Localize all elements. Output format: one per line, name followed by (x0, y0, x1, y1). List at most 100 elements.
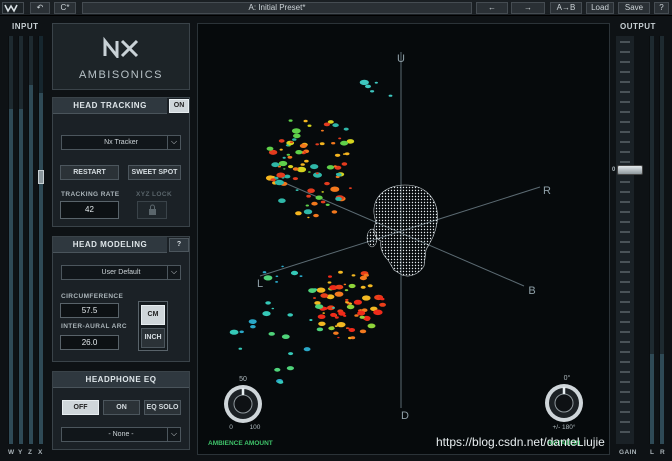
sound-particle (335, 196, 342, 201)
sound-particle (315, 195, 323, 200)
tracker-select[interactable]: Nx Tracker ⌵ (61, 135, 181, 150)
sound-particle (278, 160, 288, 167)
sound-particle (299, 275, 303, 277)
axis-label-b: B (528, 285, 535, 297)
head-modeling-help-button[interactable]: ? (169, 238, 189, 252)
load-button[interactable]: Load (586, 2, 614, 14)
input-channel-x: X (38, 449, 43, 456)
sound-particle (326, 165, 335, 170)
sound-particle (288, 119, 293, 122)
sound-particle (334, 153, 341, 157)
sound-particle (308, 171, 311, 173)
sound-particle (287, 313, 293, 317)
sound-particle (359, 79, 369, 86)
input-gain-handle[interactable] (38, 170, 44, 184)
restart-button[interactable]: RESTART (60, 165, 119, 180)
sound-particle (304, 159, 309, 163)
head-model-select[interactable]: User Default ⌵ (61, 265, 181, 280)
lock-icon (149, 204, 156, 215)
soundfield-canvas: U D R L B 50 0 100 AMBIENCE AMOUNT 0° +/… (208, 52, 583, 447)
unit-cm-button[interactable]: CM (141, 305, 165, 325)
sound-particle (344, 152, 350, 156)
eq-solo-button[interactable]: EQ SOLO (144, 400, 181, 415)
eq-on-button[interactable]: ON (103, 400, 140, 415)
output-zero-label: 0 (612, 167, 616, 173)
sound-particle (351, 274, 356, 277)
sound-particle (345, 301, 349, 304)
sound-particle (274, 367, 281, 372)
prev-preset-button[interactable]: ← (476, 2, 508, 14)
sound-particle (331, 210, 338, 214)
output-gain-fader[interactable] (617, 165, 643, 175)
input-meter-x[interactable] (38, 36, 43, 444)
rotation-knob[interactable] (545, 384, 583, 422)
input-meter-w-fill (9, 109, 13, 444)
sound-particle (276, 172, 286, 178)
undo-button[interactable]: ↶ (30, 2, 50, 14)
sound-particle (315, 172, 319, 175)
chevron-down-icon: ⌵ (167, 266, 180, 279)
sound-particle (323, 122, 330, 127)
output-meter-r (659, 36, 664, 444)
xyz-lock-button[interactable] (137, 201, 167, 219)
sound-particle (380, 297, 385, 301)
sound-particle (309, 319, 313, 321)
input-channel-z: Z (28, 449, 33, 456)
soundfield-view[interactable]: U D R L B 50 0 100 AMBIENCE AMOUNT 0° +/… (197, 23, 610, 455)
sound-particle (305, 204, 309, 207)
sound-particle (357, 310, 366, 316)
sound-particle (337, 336, 340, 339)
sound-particle (295, 189, 299, 192)
unit-inch-button[interactable]: INCH (141, 328, 165, 348)
sweet-spot-button[interactable]: SWEET SPOT (128, 165, 181, 180)
circumference-field[interactable]: 57.5 (60, 303, 119, 318)
sound-particle (262, 271, 267, 274)
ab-compare-button[interactable]: A→B (550, 2, 582, 14)
sound-particle (322, 312, 325, 314)
sound-particle (388, 94, 393, 97)
preset-name-field[interactable]: A: Initial Preset* (82, 2, 472, 14)
sound-particles (229, 79, 393, 384)
sound-particle (268, 332, 275, 336)
sound-particle (291, 128, 301, 134)
output-gain-label: GAIN (619, 449, 637, 456)
ambience-knob[interactable] (224, 385, 262, 423)
help-button[interactable]: ? (654, 2, 669, 14)
sound-particle (319, 142, 325, 146)
axis-r (432, 186, 541, 222)
sound-particle (367, 323, 376, 329)
input-meter-z (28, 36, 33, 444)
product-name: AMBISONICS (78, 69, 164, 81)
ambience-min: 0 (229, 424, 233, 431)
next-preset-button[interactable]: → (511, 2, 545, 14)
sound-particle (343, 283, 347, 286)
headphone-eq-panel: HEADPHONE EQ OFF ON EQ SOLO - None - ⌵ (52, 371, 190, 450)
sound-particle (263, 275, 273, 281)
sound-particle (324, 181, 330, 186)
sound-particle (310, 164, 319, 170)
sound-particle (370, 90, 375, 93)
tracking-rate-field[interactable]: 42 (60, 201, 119, 219)
sound-particle (379, 302, 386, 307)
ambisonics-plugin-window: ↶ C* A: Initial Preset* ← → A→B Load Sav… (0, 0, 672, 461)
sound-particle (307, 188, 315, 193)
output-meter-l (649, 36, 654, 444)
inter-aural-arc-field[interactable]: 26.0 (60, 335, 119, 350)
sound-particle (308, 288, 317, 293)
chevron-down-icon: ⌵ (167, 428, 180, 441)
head-tracking-toggle[interactable]: ON (169, 99, 189, 113)
sound-particle (281, 265, 284, 268)
sound-particle (334, 291, 344, 297)
sound-particle (288, 165, 294, 169)
save-button[interactable]: Save (618, 2, 650, 14)
sound-particle (359, 309, 363, 311)
headphone-model-select[interactable]: - None - ⌵ (61, 427, 181, 442)
sound-particle (306, 194, 311, 198)
sound-particle (334, 316, 339, 319)
sound-particle (250, 325, 256, 329)
redo-button[interactable]: C* (54, 2, 76, 14)
eq-off-button[interactable]: OFF (62, 400, 99, 415)
sound-particle (295, 211, 302, 216)
sound-particle (303, 209, 313, 215)
sound-particle (373, 309, 383, 316)
